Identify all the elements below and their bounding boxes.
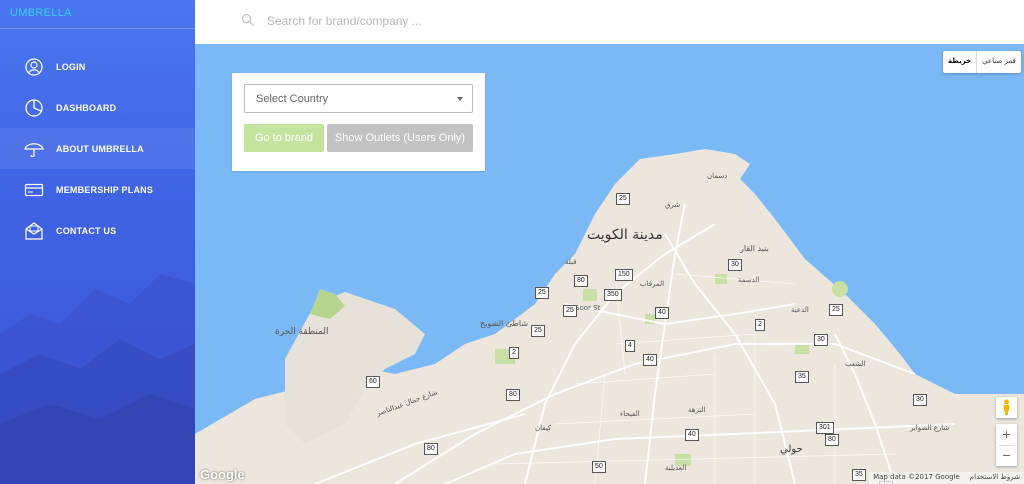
caret-down-icon — [457, 97, 463, 101]
map-label-hawally: حولي — [780, 444, 803, 455]
map-label-dasma: الدسمة — [738, 276, 760, 284]
street-view-pegman[interactable] — [996, 397, 1017, 418]
road-shield: 80 — [506, 389, 520, 401]
road-shield: 80 — [424, 443, 438, 455]
map-label-sawaber: شارع الصوابر — [910, 424, 950, 432]
road-shield: 4 — [625, 340, 635, 352]
sidebar-item-label: MEMBERSHIP PLANS — [56, 184, 154, 195]
app-root: UMBRELLA LOGIN DASHBOARD ABOUT UMBRELLA — [0, 0, 1024, 484]
map-attribution: Map data ©2017 Google شروط الاستخدام — [869, 472, 1024, 484]
sidebar-background-mountain — [0, 274, 195, 484]
sidebar-item-login[interactable]: LOGIN — [0, 46, 195, 87]
google-logo[interactable]: Google — [200, 467, 245, 482]
show-outlets-button[interactable]: Show Outlets (Users Only) — [327, 124, 473, 152]
road-shield: 150 — [615, 269, 633, 281]
map-label-mirqab: المرقاب — [640, 280, 665, 288]
map-view[interactable]: مدينة الكويت المنطقة الحرة حولي Soor St … — [195, 44, 1024, 484]
road-shield: 350 — [604, 289, 622, 301]
map-label-free-zone: المنطقة الحرة — [275, 327, 329, 337]
map-label-bneid-alqar: بنيد القار — [740, 244, 769, 253]
sidebar-item-contact-us[interactable]: CONTACT US — [0, 210, 195, 251]
pie-chart-icon — [24, 98, 44, 118]
map-data-credit: Map data ©2017 Google — [873, 473, 960, 481]
sidebar-item-dashboard[interactable]: DASHBOARD — [0, 87, 195, 128]
terms-link[interactable]: شروط الاستخدام — [970, 473, 1020, 483]
map-label-adailiya: العديلية — [665, 464, 687, 472]
road-shield: 25 — [535, 287, 549, 299]
zoom-divider — [999, 445, 1014, 446]
brand-filter-panel: Select Country Go to brand Show Outlets … — [232, 73, 485, 171]
road-shield: 35 — [852, 469, 866, 481]
sidebar-item-label: LOGIN — [56, 61, 86, 72]
map-label-dasman: دسمان — [707, 172, 728, 180]
search-icon — [241, 13, 255, 27]
map-type-satellite-button[interactable]: قمر صناعي — [977, 51, 1021, 73]
search-bar — [195, 0, 1024, 44]
road-shield: 80 — [574, 275, 588, 287]
brand-divider — [0, 28, 195, 29]
map-label-qibla: قبلة — [565, 258, 577, 266]
sidebar: UMBRELLA LOGIN DASHBOARD ABOUT UMBRELLA — [0, 0, 195, 484]
road-shield: 2 — [509, 347, 519, 359]
mail-icon — [24, 221, 44, 241]
map-label-shuwaikh: شاطئ الشويخ — [480, 319, 529, 328]
sidebar-nav: LOGIN DASHBOARD ABOUT UMBRELLA MEMBERSHI… — [0, 46, 195, 251]
road-shield: 25 — [563, 305, 577, 317]
road-shield: 60 — [366, 376, 380, 388]
zoom-controls: + − — [996, 424, 1017, 466]
map-label-kifan: كيفان — [535, 424, 552, 432]
sidebar-item-about-umbrella[interactable]: ABOUT UMBRELLA — [0, 128, 195, 169]
search-input[interactable] — [267, 8, 767, 34]
road-shield: 50 — [592, 461, 606, 473]
road-shield: 80 — [825, 434, 839, 446]
sidebar-item-membership-plans[interactable]: MEMBERSHIP PLANS — [0, 169, 195, 210]
brand-logo[interactable]: UMBRELLA — [10, 7, 72, 19]
road-shield: 25 — [531, 325, 545, 337]
road-shield: 40 — [655, 307, 669, 319]
road-shield: 30 — [913, 394, 927, 406]
country-select[interactable]: Select Country — [244, 84, 473, 113]
zoom-in-button[interactable]: + — [996, 424, 1017, 445]
map-type-toggle: خريطة قمر صناعي — [943, 51, 1021, 73]
map-label-city: مدينة الكويت — [587, 227, 663, 243]
road-shield: 40 — [685, 429, 699, 441]
credit-card-icon — [24, 180, 44, 200]
go-to-brand-button[interactable]: Go to brand — [244, 124, 324, 152]
map-label-faiha: الفيحاء — [620, 410, 640, 418]
road-shield: 2 — [755, 319, 765, 331]
map-label-nuzha: النزهة — [688, 406, 706, 414]
map-type-map-button[interactable]: خريطة — [943, 51, 978, 73]
sidebar-item-label: DASHBOARD — [56, 102, 117, 113]
map-label-soor-st: Soor St — [575, 304, 601, 312]
map-label-sharq: شرق — [665, 201, 681, 209]
umbrella-icon — [24, 139, 44, 159]
road-shield: 301 — [816, 422, 834, 434]
zoom-out-button[interactable]: − — [996, 445, 1017, 466]
road-shield: 30 — [814, 334, 828, 346]
road-shield: 30 — [728, 259, 742, 271]
map-label-shaab: الشعب — [845, 360, 866, 368]
road-shield: 40 — [643, 354, 657, 366]
user-circle-icon — [24, 57, 44, 77]
sidebar-item-label: CONTACT US — [56, 225, 117, 236]
map-label-daiya: الدعية — [791, 306, 809, 314]
sidebar-item-label: ABOUT UMBRELLA — [56, 143, 144, 154]
road-shield: 35 — [795, 371, 809, 383]
road-shield: 25 — [616, 193, 630, 205]
country-select-value: Select Country — [256, 93, 329, 105]
pegman-icon — [1003, 399, 1010, 415]
road-shield: 25 — [829, 304, 843, 316]
